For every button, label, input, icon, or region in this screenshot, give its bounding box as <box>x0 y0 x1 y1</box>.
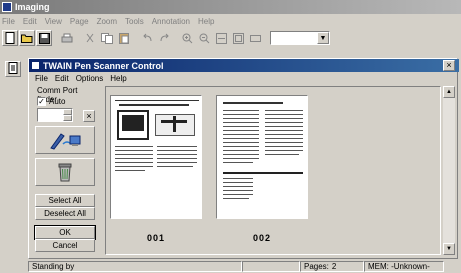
thumbnail-area: 001 002 <box>105 86 441 255</box>
copy-icon[interactable] <box>99 30 115 46</box>
app-icon <box>2 2 12 12</box>
status-bar: Standing by Pages: 2 MEM: -Unknown- <box>28 260 458 272</box>
zoom-combo[interactable]: ▼ <box>270 31 330 45</box>
delete-button[interactable] <box>35 158 95 186</box>
undo-icon[interactable] <box>139 30 155 46</box>
app-title-bar: Imaging <box>0 0 461 14</box>
app-title: Imaging <box>15 2 50 12</box>
vertical-scrollbar[interactable]: ▲ ▼ <box>443 86 455 255</box>
scroll-down-icon[interactable]: ▼ <box>443 243 455 255</box>
pen-icon <box>50 133 81 150</box>
scanner-title: TWAIN Pen Scanner Control <box>43 60 164 71</box>
paste-icon[interactable] <box>116 30 132 46</box>
auto-checkbox[interactable]: ✓ <box>37 97 46 106</box>
thumbnail-caption: 001 <box>146 233 166 243</box>
pen-scan-button[interactable] <box>35 126 95 154</box>
document-icon[interactable] <box>5 61 21 77</box>
comm-port-spinner[interactable] <box>37 108 73 122</box>
new-icon[interactable] <box>2 30 18 46</box>
chevron-down-icon[interactable]: ▼ <box>317 32 329 44</box>
thumbnail-caption: 002 <box>252 233 272 243</box>
cancel-button[interactable]: Cancel <box>35 239 95 252</box>
cut-icon[interactable] <box>82 30 98 46</box>
pages-label: Pages: <box>304 261 329 271</box>
scroll-up-icon[interactable]: ▲ <box>443 86 455 98</box>
app-toolbar: ▼ <box>0 28 461 48</box>
spin-down-icon[interactable] <box>63 115 72 121</box>
zoom-out-icon[interactable] <box>196 30 212 46</box>
pages-count: 2 <box>331 261 337 271</box>
trash-icon <box>58 163 72 182</box>
menu-page[interactable]: Page <box>70 17 89 26</box>
zoom-in-icon[interactable] <box>179 30 195 46</box>
auto-label: Auto <box>49 97 66 106</box>
scanner-menu-help[interactable]: Help <box>110 74 126 83</box>
menu-tools[interactable]: Tools <box>125 17 144 26</box>
scanner-menubar: File Edit Options Help <box>29 73 459 84</box>
menu-zoom[interactable]: Zoom <box>97 17 117 26</box>
open-icon[interactable] <box>19 30 35 46</box>
scanner-controls: Comm Port finder ✓ Auto × Select All Des… <box>33 86 97 256</box>
scanner-window: TWAIN Pen Scanner Control × File Edit Op… <box>28 58 459 259</box>
ok-button[interactable]: OK <box>34 225 96 240</box>
scanner-title-bar: TWAIN Pen Scanner Control <box>29 59 459 72</box>
clear-port-button[interactable]: × <box>83 110 95 122</box>
status-pages: Pages: 2 <box>300 260 364 272</box>
app-side-strip <box>0 58 27 258</box>
deselect-all-button[interactable]: Deselect All <box>35 207 95 220</box>
scanner-window-icon <box>31 61 40 70</box>
status-text: Standing by <box>28 260 242 272</box>
page-thumbnail[interactable] <box>216 95 308 219</box>
page-thumbnail[interactable] <box>110 95 202 219</box>
app-menubar: File Edit View Page Zoom Tools Annotatio… <box>0 15 461 27</box>
fit-page-icon[interactable] <box>230 30 246 46</box>
auto-row: ✓ Auto <box>37 97 65 106</box>
scanner-menu-file[interactable]: File <box>35 74 48 83</box>
scanner-menu-options[interactable]: Options <box>76 74 104 83</box>
menu-help[interactable]: Help <box>198 17 214 26</box>
close-icon: × <box>86 111 92 121</box>
print-icon[interactable] <box>59 30 75 46</box>
select-all-button[interactable]: Select All <box>35 194 95 207</box>
menu-view[interactable]: View <box>45 17 62 26</box>
scanner-menu-edit[interactable]: Edit <box>55 74 69 83</box>
menu-file[interactable]: File <box>2 17 15 26</box>
redo-icon[interactable] <box>156 30 172 46</box>
save-icon[interactable] <box>36 30 52 46</box>
menu-annotation[interactable]: Annotation <box>152 17 190 26</box>
menu-edit[interactable]: Edit <box>23 17 37 26</box>
fit-width-icon[interactable] <box>213 30 229 46</box>
actual-size-icon[interactable] <box>247 30 263 46</box>
close-icon[interactable]: × <box>443 60 455 71</box>
status-mem: MEM: -Unknown- <box>364 260 444 272</box>
status-blank-1 <box>242 260 300 272</box>
